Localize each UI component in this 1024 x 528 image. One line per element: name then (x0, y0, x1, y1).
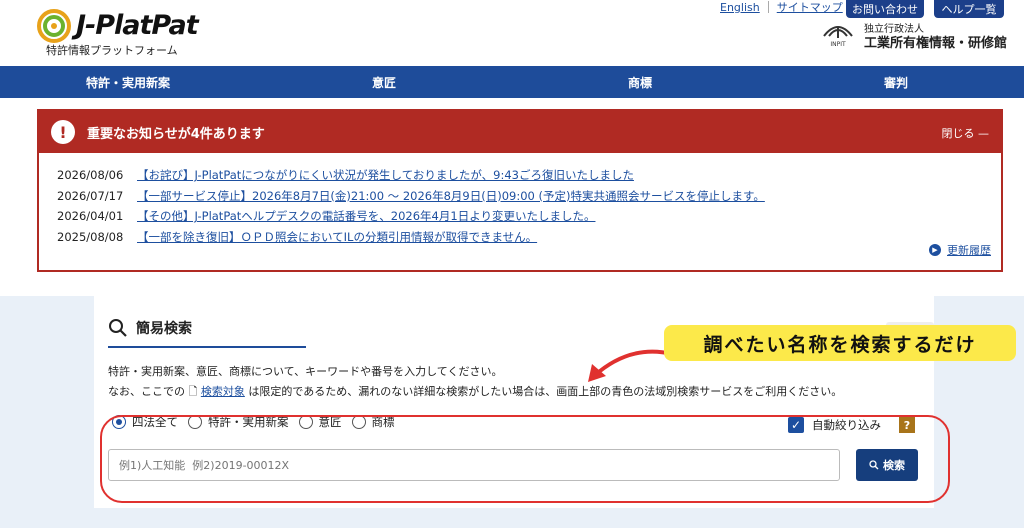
play-circle-icon: ▶ (929, 244, 941, 256)
inpit-logo: INPIT 独立行政法人 工業所有権情報・研修館 (818, 20, 1018, 52)
notice-date: 2026/07/17 (57, 188, 124, 203)
update-history-label: 更新履歴 (947, 244, 991, 257)
update-history-link[interactable]: ▶ 更新履歴 (929, 242, 991, 258)
notice-date: 2026/08/06 (57, 168, 124, 183)
notice-date: 2026/04/01 (57, 209, 124, 224)
simple-search-heading: 簡易検索 (108, 318, 192, 338)
link-divider (767, 1, 769, 13)
description-prefix: なお、ここでの (108, 385, 185, 398)
logo-text: J-PlatPat (76, 10, 199, 41)
notice-link[interactable]: 【その他】J-PlatPatヘルプデスクの電話番号を、2026年4月1日より変更… (137, 208, 595, 224)
help-list-button[interactable]: ヘルプ一覧 (934, 0, 1004, 18)
inpit-mark-icon: INPIT (823, 26, 853, 48)
notice-link[interactable]: 【お詫び】J-PlatPatにつながりにくい状況が発生しておりましたが、9:43… (137, 167, 634, 183)
site-header: J-PlatPat 特許情報プラットフォーム English サイトマップ お問… (0, 0, 1024, 66)
inpit-logo-text: INPIT (830, 41, 846, 48)
nav-appeal[interactable]: 審判 (768, 66, 1024, 98)
notice-link[interactable]: 【一部サービス停止】2026年8月7日(金)21:00 〜 2026年8月9日(… (137, 188, 765, 204)
document-icon: 🗋 (188, 385, 198, 398)
notice-link[interactable]: 【一部を除き復旧】ＯＰＤ照会においてILの分類引用情報が取得できません。 (137, 229, 537, 245)
search-icon (109, 319, 127, 337)
notice-list: 2026/08/06 【お詫び】J-PlatPatにつながりにくい状況が発生して… (39, 153, 1001, 247)
search-target-link[interactable]: 検索対象 (201, 385, 245, 398)
description-line-1: 特許・実用新案、意匠、商標について、キーワードや番号を入力してください。 (108, 365, 503, 378)
simple-search-title: 簡易検索 (136, 321, 192, 337)
contact-button[interactable]: お問い合わせ (846, 0, 924, 18)
page: J-PlatPat 特許情報プラットフォーム English サイトマップ お問… (0, 0, 1024, 528)
notice-item: 2026/08/06 【お詫び】J-PlatPatにつながりにくい状況が発生して… (57, 165, 1001, 186)
notice-item: 2026/07/17 【一部サービス停止】2026年8月7日(金)21:00 〜… (57, 186, 1001, 207)
nav-trademark[interactable]: 商標 (512, 66, 768, 98)
highlight-oval (100, 415, 950, 503)
sitemap-link[interactable]: サイトマップ (777, 0, 843, 15)
important-notice: ! 重要なお知らせが4件あります 閉じる — 2026/08/06 【お詫び】J… (37, 109, 1003, 272)
notice-header: ! 重要なお知らせが4件あります 閉じる — (39, 111, 1001, 153)
search-description: 特許・実用新案、意匠、商標について、キーワードや番号を入力してください。 なお、… (108, 362, 842, 402)
callout-label: 調べたい名称を検索するだけ (664, 325, 1016, 361)
nav-design[interactable]: 意匠 (256, 66, 512, 98)
top-links: English サイトマップ (720, 0, 843, 15)
org-name: 工業所有権情報・研修館 (864, 36, 1008, 51)
heading-underline (108, 346, 306, 348)
exclamation-icon: ! (51, 120, 75, 144)
notice-date: 2025/08/08 (57, 229, 124, 244)
logo-subtitle: 特許情報プラットフォーム (46, 44, 178, 57)
description-line-2: なお、ここでの 🗋 検索対象 は限定的であるため、漏れのない詳細な検索がしたい場… (108, 382, 842, 402)
logo-swirl-icon (37, 9, 71, 43)
nav-patent[interactable]: 特許・実用新案 (0, 66, 256, 98)
notice-title: 重要なお知らせが4件あります (87, 126, 265, 142)
english-link[interactable]: English (720, 1, 760, 14)
notice-close-button[interactable]: 閉じる — (942, 125, 990, 141)
description-suffix: は限定的であるため、漏れのない詳細な検索がしたい場合は、画面上部の青色の法域別検… (248, 385, 843, 398)
notice-item: 2025/08/08 【一部を除き復旧】ＯＰＤ照会においてILの分類引用情報が取… (57, 227, 1001, 248)
main-nav: 特許・実用新案 意匠 商標 審判 (0, 66, 1024, 98)
jplatpat-logo[interactable]: J-PlatPat 特許情報プラットフォーム (36, 6, 206, 58)
notice-item: 2026/04/01 【その他】J-PlatPatヘルプデスクの電話番号を、20… (57, 206, 1001, 227)
